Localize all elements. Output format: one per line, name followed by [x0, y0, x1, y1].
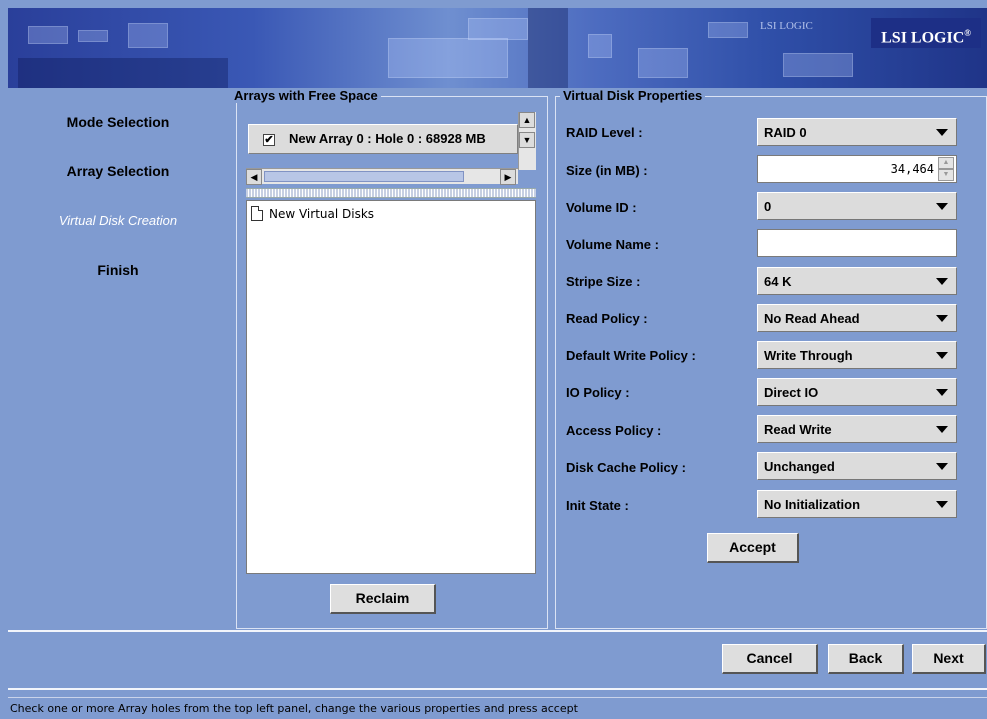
chevron-down-icon — [936, 463, 948, 470]
accept-button[interactable]: Accept — [707, 533, 799, 563]
array-hole-checkbox[interactable]: ✔ — [263, 134, 275, 146]
stripe-size-value: 64 K — [764, 274, 792, 289]
status-text: Check one or more Array holes from the t… — [10, 702, 578, 715]
scroll-left-icon[interactable]: ◀ — [246, 169, 262, 185]
step-array-selection: Array Selection — [66, 163, 170, 179]
volume-id-value: 0 — [764, 199, 772, 214]
cancel-button[interactable]: Cancel — [722, 644, 818, 674]
reclaim-button[interactable]: Reclaim — [330, 584, 436, 614]
access-policy-label: Access Policy : — [566, 423, 662, 438]
status-bar: Check one or more Array holes from the t… — [8, 697, 987, 719]
array-list-horizontal-scrollbar[interactable]: ◀ ▶ — [246, 168, 518, 185]
stripe-size-label: Stripe Size : — [566, 274, 641, 289]
step-finish: Finish — [97, 262, 139, 278]
status-divider — [8, 688, 987, 690]
chevron-down-icon — [936, 389, 948, 396]
io-policy-value: Direct IO — [764, 385, 819, 400]
init-state-value: No Initialization — [764, 497, 861, 512]
banner-ghost-logo: LSI LOGIC — [760, 20, 813, 32]
raid-level-value: RAID 0 — [764, 125, 807, 140]
init-state-label: Init State : — [566, 498, 629, 513]
volume-id-select[interactable]: 0 — [757, 192, 957, 220]
back-button[interactable]: Back — [828, 644, 904, 674]
horizontal-scroll-thumb[interactable] — [264, 171, 464, 182]
panel-splitter[interactable] — [246, 188, 536, 198]
disk-cache-policy-select[interactable]: Unchanged — [757, 452, 957, 480]
io-policy-label: IO Policy : — [566, 385, 630, 400]
footer-divider — [8, 630, 987, 632]
chevron-down-icon — [936, 426, 948, 433]
chevron-down-icon — [936, 315, 948, 322]
lsi-logic-logo: LSI LOGIC® — [871, 18, 981, 48]
spinner-up-icon[interactable]: ▲ — [938, 157, 954, 169]
volume-id-label: Volume ID : — [566, 200, 637, 215]
header-banner: LSI LOGIC LSI LOGIC® — [8, 8, 987, 88]
access-policy-select[interactable]: Read Write — [757, 415, 957, 443]
chevron-down-icon — [936, 352, 948, 359]
properties-panel-title: Virtual Disk Properties — [560, 88, 706, 103]
volume-name-label: Volume Name : — [566, 237, 659, 252]
chevron-down-icon — [936, 278, 948, 285]
access-policy-value: Read Write — [764, 422, 832, 437]
read-policy-label: Read Policy : — [566, 311, 648, 326]
scroll-right-icon[interactable]: ▶ — [500, 169, 516, 185]
chevron-down-icon — [936, 203, 948, 210]
array-list: ✔ New Array 0 : Hole 0 : 68928 MB ▲ ▼ ◀ … — [246, 112, 536, 186]
write-policy-value: Write Through — [764, 348, 853, 363]
tree-item-label: New Virtual Disks — [269, 206, 375, 221]
chevron-down-icon — [936, 501, 948, 508]
io-policy-select[interactable]: Direct IO — [757, 378, 957, 406]
tree-item-new-virtual-disks[interactable]: New Virtual Disks — [251, 206, 374, 221]
array-hole-item[interactable]: ✔ New Array 0 : Hole 0 : 68928 MB — [248, 124, 518, 154]
array-hole-label: New Array 0 : Hole 0 : 68928 MB — [289, 131, 486, 146]
size-spinner[interactable]: 34,464 ▲ ▼ — [757, 155, 957, 183]
stripe-size-select[interactable]: 64 K — [757, 267, 957, 295]
init-state-select[interactable]: No Initialization — [757, 490, 957, 518]
read-policy-select[interactable]: No Read Ahead — [757, 304, 957, 332]
virtual-disks-tree[interactable]: New Virtual Disks — [246, 200, 536, 574]
write-policy-select[interactable]: Write Through — [757, 341, 957, 369]
read-policy-value: No Read Ahead — [764, 311, 860, 326]
write-policy-label: Default Write Policy : — [566, 348, 696, 363]
arrays-panel-title: Arrays with Free Space — [231, 88, 381, 103]
spinner-down-icon[interactable]: ▼ — [938, 169, 954, 181]
disk-cache-policy-label: Disk Cache Policy : — [566, 460, 686, 475]
registered-mark: ® — [964, 28, 971, 38]
wizard-steps: Mode Selection Array Selection Virtual D… — [8, 90, 228, 630]
array-list-vertical-scrollbar[interactable]: ▲ ▼ — [518, 112, 536, 170]
step-virtual-disk-creation: Virtual Disk Creation — [58, 213, 178, 228]
disk-cache-policy-value: Unchanged — [764, 459, 835, 474]
scroll-up-icon[interactable]: ▲ — [519, 112, 535, 128]
chevron-down-icon — [936, 129, 948, 136]
scroll-down-icon[interactable]: ▼ — [519, 132, 535, 148]
logo-text: LSI LOGIC — [881, 29, 965, 47]
next-button[interactable]: Next — [912, 644, 986, 674]
volume-name-input[interactable] — [757, 229, 957, 257]
document-icon — [251, 206, 263, 221]
raid-level-label: RAID Level : — [566, 125, 643, 140]
raid-level-select[interactable]: RAID 0 — [757, 118, 957, 146]
size-value: 34,464 — [890, 162, 934, 176]
size-label: Size (in MB) : — [566, 163, 648, 178]
step-mode-selection: Mode Selection — [66, 114, 170, 130]
